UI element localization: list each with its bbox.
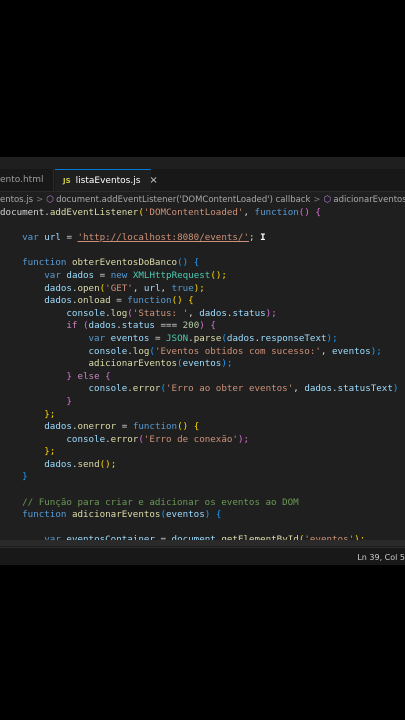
breadcrumb-file[interactable]: entos.js: [0, 195, 33, 205]
code-line: }: [66, 395, 72, 407]
text-cursor-icon: I: [260, 232, 266, 244]
code-line: console.log('Status: ', dados.status);: [66, 307, 277, 319]
tab-label: ento.html: [0, 175, 44, 185]
code-line: dados.onload = function() {: [44, 295, 194, 307]
close-tab-icon[interactable]: ×: [149, 175, 157, 186]
code-line: } else {: [66, 370, 111, 382]
tab-html-file[interactable]: ento.html: [0, 169, 54, 191]
breadcrumb-separator: >: [36, 195, 44, 205]
tab-bar: ento.html JS listaEventos.js ×: [0, 169, 405, 192]
symbol-method-icon: ⬡: [323, 195, 332, 205]
status-bar: Ln 39, Col 5: [0, 547, 405, 565]
code-line: var dados = new XMLHttpRequest();: [44, 269, 227, 281]
breadcrumb-function[interactable]: adicionarEventos: [333, 195, 405, 205]
code-area[interactable]: document.addEventListener('DOMContentLoa…: [0, 207, 405, 547]
code-line: dados.open('GET', url, true);: [44, 282, 205, 294]
horizontal-scrollbar[interactable]: [0, 540, 405, 546]
breadcrumb-separator: >: [313, 195, 321, 205]
code-line: document.addEventListener('DOMContentLoa…: [0, 207, 321, 218]
code-line: var url = 'http://localhost:8080/events/…: [22, 232, 266, 244]
tab-js-file-active[interactable]: JS listaEventos.js ×: [55, 169, 158, 191]
code-line: function adicionarEventos(eventos) {: [22, 509, 222, 521]
cursor-position[interactable]: Ln 39, Col 5: [357, 553, 405, 562]
code-line: dados.send();: [44, 458, 117, 470]
code-line: }: [22, 471, 28, 483]
code-line: console.log('Eventos obtidos com sucesso…: [88, 345, 382, 357]
code-editor: ento.html JS listaEventos.js × entos.js …: [0, 157, 405, 565]
js-file-icon: JS: [63, 176, 71, 185]
breadcrumb: entos.js > ⬡ document.addEventListener('…: [0, 193, 405, 207]
code-line: function obterEventosDoBanco() {: [22, 257, 200, 269]
code-line: // Função para criar e adicionar os even…: [22, 496, 299, 508]
code-line: adicionarEventos(eventos);: [88, 358, 233, 370]
code-line: };: [44, 408, 56, 420]
code-line: };: [44, 446, 56, 458]
code-line: console.error('Erro ao obter eventos', d…: [88, 383, 399, 395]
code-line: dados.onerror = function() {: [44, 421, 200, 433]
code-line: var eventos = JSON.parse(dados.responseT…: [88, 332, 338, 344]
symbol-method-icon: ⬡: [46, 195, 55, 205]
tab-label: listaEventos.js: [75, 175, 141, 186]
code-line: console.error('Erro de conexão');: [66, 433, 250, 445]
breadcrumb-callback[interactable]: document.addEventListener('DOMContentLoa…: [56, 195, 310, 205]
code-line: if (dados.status === 200) {: [66, 320, 216, 332]
